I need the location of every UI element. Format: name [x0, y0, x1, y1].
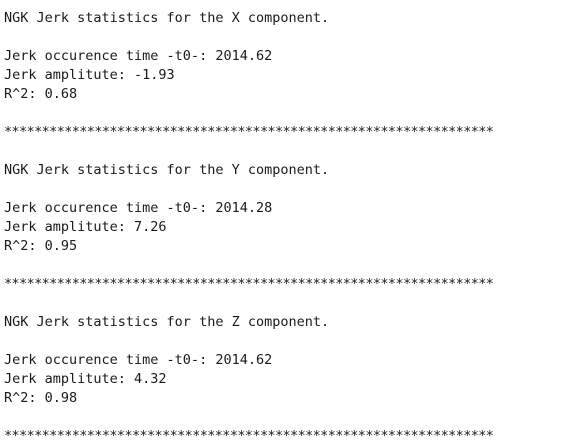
y-r-squared: R^2: 0.95 — [4, 238, 78, 254]
x-jerk-time: Jerk occurence time -t0-: 2014.62 — [4, 48, 273, 64]
z-jerk-time: Jerk occurence time -t0-: 2014.62 — [4, 352, 273, 368]
x-r-squared: R^2: 0.68 — [4, 86, 78, 102]
console-output: NGK Jerk statistics for the X component.… — [0, 0, 567, 446]
z-component-section: NGK Jerk statistics for the Z component.… — [4, 313, 567, 446]
y-section-header: NGK Jerk statistics for the Y component. — [4, 162, 330, 178]
z-jerk-amplitude: Jerk amplitute: 4.32 — [4, 371, 167, 387]
x-component-section: NGK Jerk statistics for the X component.… — [4, 9, 567, 161]
y-jerk-amplitude: Jerk amplitute: 7.26 — [4, 219, 167, 235]
z-r-squared: R^2: 0.98 — [4, 390, 78, 406]
z-section-header: NGK Jerk statistics for the Z component. — [4, 314, 330, 330]
separator-line: ****************************************… — [4, 428, 494, 444]
y-component-section: NGK Jerk statistics for the Y component.… — [4, 161, 567, 313]
separator-line: ****************************************… — [4, 124, 494, 140]
separator-line: ****************************************… — [4, 276, 494, 292]
y-jerk-time: Jerk occurence time -t0-: 2014.28 — [4, 200, 273, 216]
x-section-header: NGK Jerk statistics for the X component. — [4, 10, 330, 26]
x-jerk-amplitude: Jerk amplitute: -1.93 — [4, 67, 175, 83]
